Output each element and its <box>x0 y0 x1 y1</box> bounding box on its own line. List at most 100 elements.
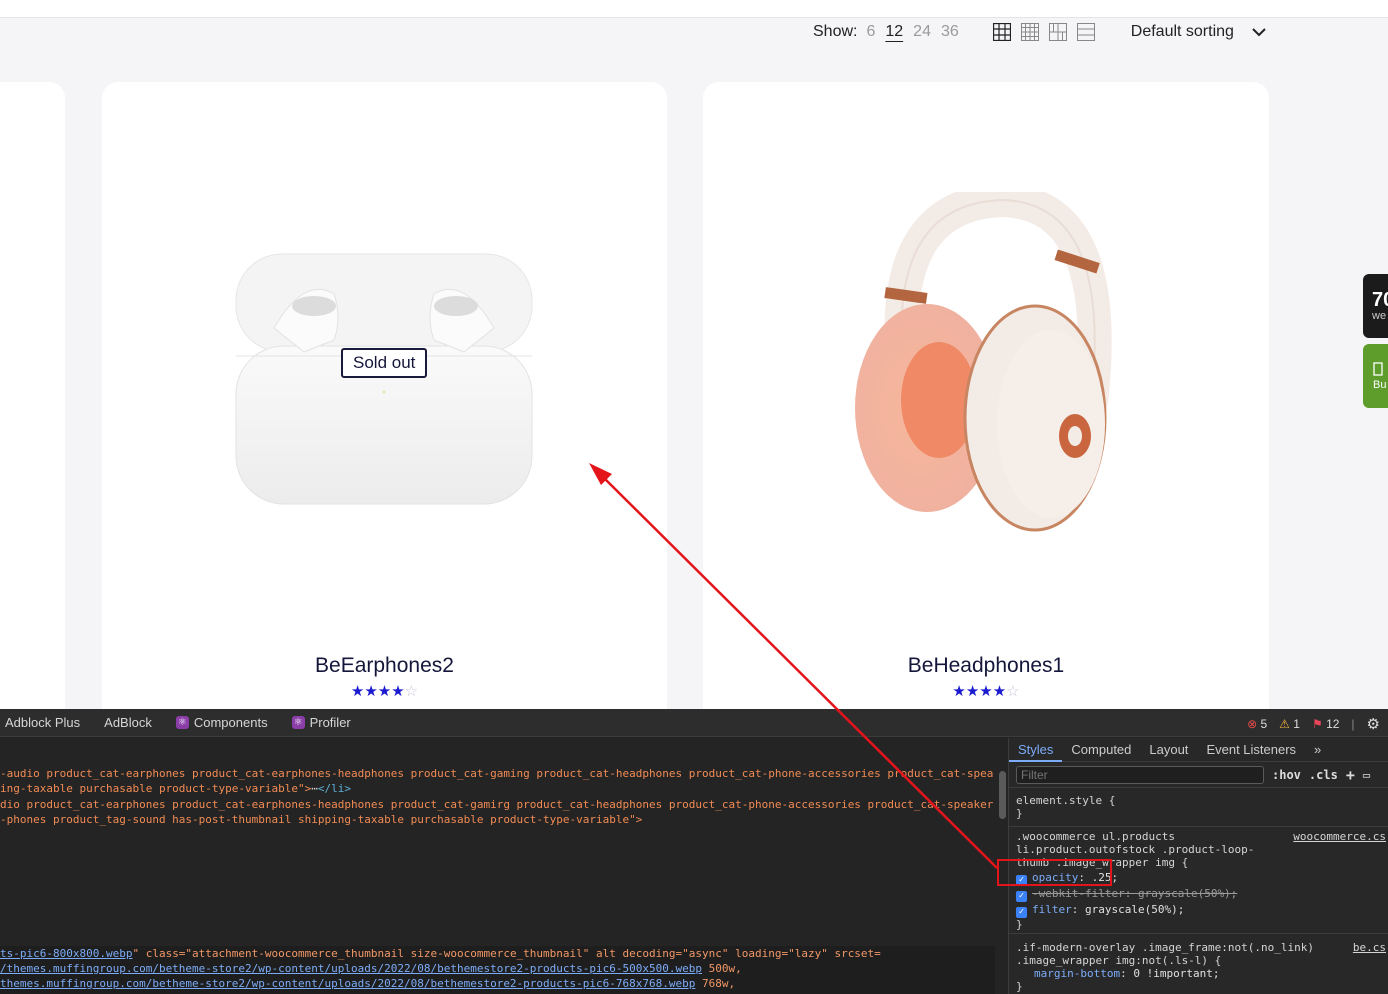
dom-line[interactable]: -phones product_tag-sound has-post-thumb… <box>0 812 642 827</box>
add-rule-icon[interactable]: + <box>1346 766 1355 784</box>
css-selector: li.product.outofstock .product-loop- <box>1016 843 1255 856</box>
grid-masonry-icon[interactable] <box>1048 23 1067 41</box>
star-filled-icon: ★ <box>979 683 993 700</box>
product-title[interactable]: BeEarphones2 <box>102 654 667 678</box>
show-count-12[interactable]: 12 <box>885 23 903 41</box>
devtools-status: ⊗ 5 ⚠ 1 ⚑ 12 | ⚙ <box>1247 715 1380 733</box>
star-filled-icon: ★ <box>992 683 1007 700</box>
layout-switcher <box>992 23 1095 41</box>
sort-label: Default sorting <box>1130 23 1234 40</box>
issue-count[interactable]: ⚑ 12 <box>1312 717 1339 731</box>
css-value: 0 !important; <box>1133 967 1220 980</box>
ellipsis-icon[interactable]: ⋯ <box>311 782 318 795</box>
css-selector: .image_wrapper img:not(.ls-l) { <box>1016 954 1222 967</box>
tab-computed[interactable]: Computed <box>1062 738 1140 762</box>
stylesheet-link[interactable]: be.cs <box>1353 941 1386 954</box>
dom-line[interactable]: ing-taxable purchasable product-type-var… <box>0 781 351 796</box>
css-declaration[interactable]: ✓ filter: grayscale(50%); <box>1016 903 1388 918</box>
css-rule[interactable]: be.cs .if-modern-overlay .image_frame:no… <box>1016 941 1388 993</box>
tab-label: Adblock Plus <box>5 715 81 730</box>
rule-close: } <box>1016 807 1023 820</box>
divider <box>1009 826 1388 827</box>
react-icon: ⚛ <box>175 716 189 729</box>
styles-filter-input[interactable] <box>1016 765 1264 784</box>
product-image-headphones[interactable] <box>855 192 1117 537</box>
sort-dropdown[interactable]: Default sorting <box>1131 23 1266 41</box>
more-tabs-icon[interactable]: » <box>1305 738 1330 762</box>
css-declaration-overridden[interactable]: ✓ -webkit-filter: grayscale(50%); <box>1016 887 1388 902</box>
hov-toggle[interactable]: :hov <box>1272 768 1301 782</box>
css-prop: margin-bottom <box>1034 967 1121 980</box>
product-card[interactable]: BeHeadphones1 ★★★★☆ <box>703 82 1269 722</box>
colon: : <box>1124 887 1138 900</box>
grid-5-icon[interactable] <box>1020 23 1039 41</box>
elements-scrollbar[interactable] <box>999 771 1006 819</box>
css-prop: -webkit-filter <box>1032 887 1125 900</box>
show-count-24[interactable]: 24 <box>913 23 931 41</box>
star-filled-icon: ★ <box>965 683 980 700</box>
tab-layout[interactable]: Layout <box>1140 738 1197 762</box>
srcset-width: 768w, <box>695 977 736 990</box>
tab-adblock[interactable]: AdBlock <box>104 715 152 730</box>
checkbox-checked-icon[interactable]: ✓ <box>1016 891 1027 902</box>
elements-panel: -audio product_cat-earphones product_cat… <box>0 738 995 994</box>
side-widget-buy[interactable]: Bu <box>1363 344 1388 408</box>
dom-line[interactable]: ts-pic6-800x800.webp" class="attachment-… <box>0 946 881 961</box>
react-icon: ⚛ <box>291 716 305 729</box>
paint-icon[interactable]: ▭ <box>1363 768 1370 782</box>
srcset-link[interactable]: /themes.muffingroup.com/betheme-store2/w… <box>0 962 702 975</box>
warning-count[interactable]: ⚠ 1 <box>1279 717 1300 731</box>
star-filled-icon: ★ <box>364 683 378 700</box>
product-title[interactable]: BeHeadphones1 <box>703 654 1269 678</box>
chevron-down-icon <box>1252 27 1266 36</box>
dom-attrs: " class="attachment-woocommerce_thumbnai… <box>132 947 881 960</box>
checkbox-checked-icon[interactable]: ✓ <box>1016 907 1027 918</box>
dom-line[interactable]: dio product_cat-earphones product_cat-ea… <box>0 797 993 812</box>
shop-toolbar: Show: 6 12 24 36 Default sorting <box>813 20 1266 44</box>
tab-label: Profiler <box>309 715 351 730</box>
product-image-earphones[interactable] <box>234 248 534 508</box>
dom-line[interactable]: /themes.muffingroup.com/betheme-store2/w… <box>0 961 742 976</box>
list-icon[interactable] <box>1076 23 1095 41</box>
annotation-highlight-box <box>997 859 1112 886</box>
element-style-rule[interactable]: element.style { } <box>1016 794 1388 820</box>
colon: : <box>1071 903 1085 916</box>
side-widget-number: 70 <box>1372 289 1388 311</box>
settings-gear-icon[interactable]: ⚙ <box>1367 715 1380 733</box>
dom-line[interactable]: -audio product_cat-earphones product_cat… <box>0 766 993 781</box>
star-filled-icon: ★ <box>391 683 405 700</box>
css-selector: element.style { <box>1016 794 1116 807</box>
tab-event-listeners[interactable]: Event Listeners <box>1197 738 1305 762</box>
show-label: Show: <box>813 23 858 40</box>
show-count-36[interactable]: 36 <box>941 23 959 41</box>
tab-label: Components <box>193 715 268 730</box>
tab-components[interactable]: ⚛ Components <box>175 715 268 730</box>
devtools-panel: Adblock Plus AdBlock ⚛ Components ⚛ Profil… <box>0 709 1388 994</box>
css-declaration[interactable]: margin-bottom: 0 !important; <box>1016 967 1388 980</box>
closing-tag: </li> <box>317 782 352 795</box>
star-rating: ★★★★☆ <box>703 682 1269 700</box>
colon: : <box>1120 967 1134 980</box>
src-link[interactable]: ts-pic6-800x800.webp <box>0 947 132 960</box>
star-rating: ★★★★☆ <box>102 682 667 700</box>
devtools-tab-bar: Adblock Plus AdBlock ⚛ Components ⚛ Profil… <box>0 709 1388 737</box>
css-value: grayscale(50%); <box>1137 887 1238 900</box>
srcset-link[interactable]: themes.muffingroup.com/betheme-store2/wp… <box>0 977 695 990</box>
show-count-6[interactable]: 6 <box>866 23 875 41</box>
tab-styles[interactable]: Styles <box>1009 738 1063 762</box>
srcset-width: 500w, <box>702 962 742 975</box>
css-value: grayscale(50%); <box>1085 903 1185 916</box>
tab-profiler[interactable]: ⚛ Profiler <box>291 715 351 730</box>
dom-line[interactable]: themes.muffingroup.com/betheme-store2/wp… <box>0 976 735 991</box>
grid-4-icon[interactable] <box>992 23 1011 41</box>
error-count-value: 5 <box>1260 717 1268 731</box>
stylesheet-link[interactable]: woocommerce.cs <box>1293 830 1386 843</box>
side-widget-caption: we <box>1372 310 1387 322</box>
dom-line-text: ing-taxable purchasable product-type-var… <box>0 782 312 795</box>
product-card[interactable]: Sold out BeEarphones2 ★★★★☆ <box>102 82 667 722</box>
error-count[interactable]: ⊗ 5 <box>1247 717 1267 731</box>
cls-toggle[interactable]: .cls <box>1309 768 1338 782</box>
tab-adblock-plus[interactable]: Adblock Plus <box>5 715 80 730</box>
side-widget-promo[interactable]: 70 we <box>1363 274 1388 338</box>
side-widget-buy-label: Bu <box>1373 379 1387 391</box>
